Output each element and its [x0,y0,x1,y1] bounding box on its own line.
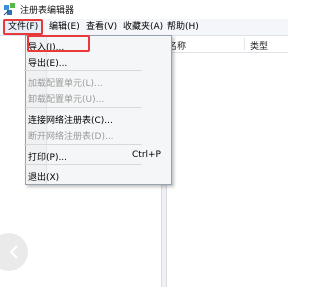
file-menu-highlight-box [3,19,43,35]
menu-item-print[interactable]: 打印(P)... [28,150,67,163]
menu-favorites[interactable]: 收藏夹(A) [120,19,166,35]
menu-separator [24,144,142,145]
menu-help[interactable]: 帮助(H) [164,19,202,35]
menu-edit[interactable]: 编辑(E) [46,19,83,35]
title-bar: 注册表编辑器 [0,0,288,19]
print-shortcut: Ctrl+P [132,150,161,160]
back-arrow-icon [9,245,18,259]
import-highlight-box [27,35,90,52]
menu-separator [24,107,142,108]
menu-item-export[interactable]: 导出(E)... [28,56,67,69]
menu-separator [24,164,142,165]
menu-item-connect-network-registry[interactable]: 连接网络注册表(C)... [28,113,113,126]
list-header: 名称 类型 [166,36,288,53]
registry-editor-icon [3,3,15,16]
column-divider[interactable] [244,38,245,50]
menu-separator [24,70,142,71]
menu-item-unload-hive: 卸载配置单元(U)... [28,95,105,105]
menu-view[interactable]: 查看(V) [83,19,120,35]
menu-bar: 文件(F) 编辑(E) 查看(V) 收藏夹(A) 帮助(H) [0,19,288,36]
menu-item-load-hive: 加载配置单元(L)... [28,79,103,89]
window-title: 注册表编辑器 [20,6,75,16]
menu-item-exit[interactable]: 退出(X) [28,170,59,183]
menu-item-disconnect-network-registry: 断开网络注册表(D)... [28,132,114,142]
column-type[interactable]: 类型 [250,39,268,52]
